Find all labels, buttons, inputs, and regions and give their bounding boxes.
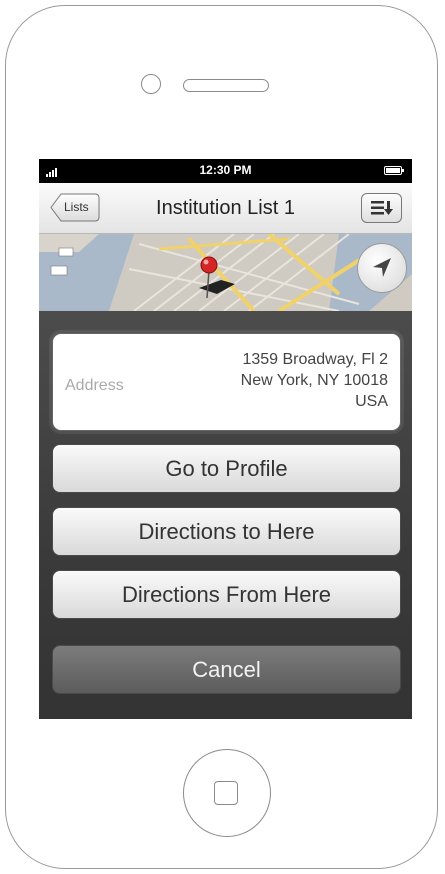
address-line-1: 1359 Broadway, Fl 2 xyxy=(242,351,388,368)
cancel-button[interactable]: Cancel xyxy=(52,645,401,694)
status-time: 12:30 PM xyxy=(199,163,252,177)
directions-from-here-button[interactable]: Directions From Here xyxy=(52,570,401,619)
locate-button[interactable] xyxy=(357,243,407,293)
page-title: Institution List 1 xyxy=(156,197,295,219)
directions-to-here-button[interactable]: Directions to Here xyxy=(52,507,401,556)
go-to-profile-button[interactable]: Go to Profile xyxy=(52,444,401,493)
battery-icon xyxy=(384,166,402,175)
status-bar: 12:30 PM xyxy=(39,159,412,183)
sort-menu-icon xyxy=(371,201,393,215)
nav-bar: Lists Institution List 1 xyxy=(39,183,412,234)
map-canvas xyxy=(39,234,412,311)
address-card: Address 1359 Broadway, Fl 2 New York, NY… xyxy=(52,333,401,431)
address-label: Address xyxy=(65,377,124,394)
address-line-2: New York, NY 10018 xyxy=(240,372,388,389)
menu-button[interactable] xyxy=(361,193,402,223)
screen: 12:30 PM Lists Institution List 1 Addres… xyxy=(39,159,412,719)
speaker-grille xyxy=(183,79,269,92)
address-lines: 1359 Broadway, Fl 2 New York, NY 10018 U… xyxy=(241,349,388,412)
map-view[interactable] xyxy=(39,234,412,311)
address-line-3: USA xyxy=(355,393,388,410)
camera-icon xyxy=(141,74,161,94)
location-arrow-icon xyxy=(373,258,391,277)
home-square-icon xyxy=(214,781,238,805)
battery-tip xyxy=(402,169,404,172)
